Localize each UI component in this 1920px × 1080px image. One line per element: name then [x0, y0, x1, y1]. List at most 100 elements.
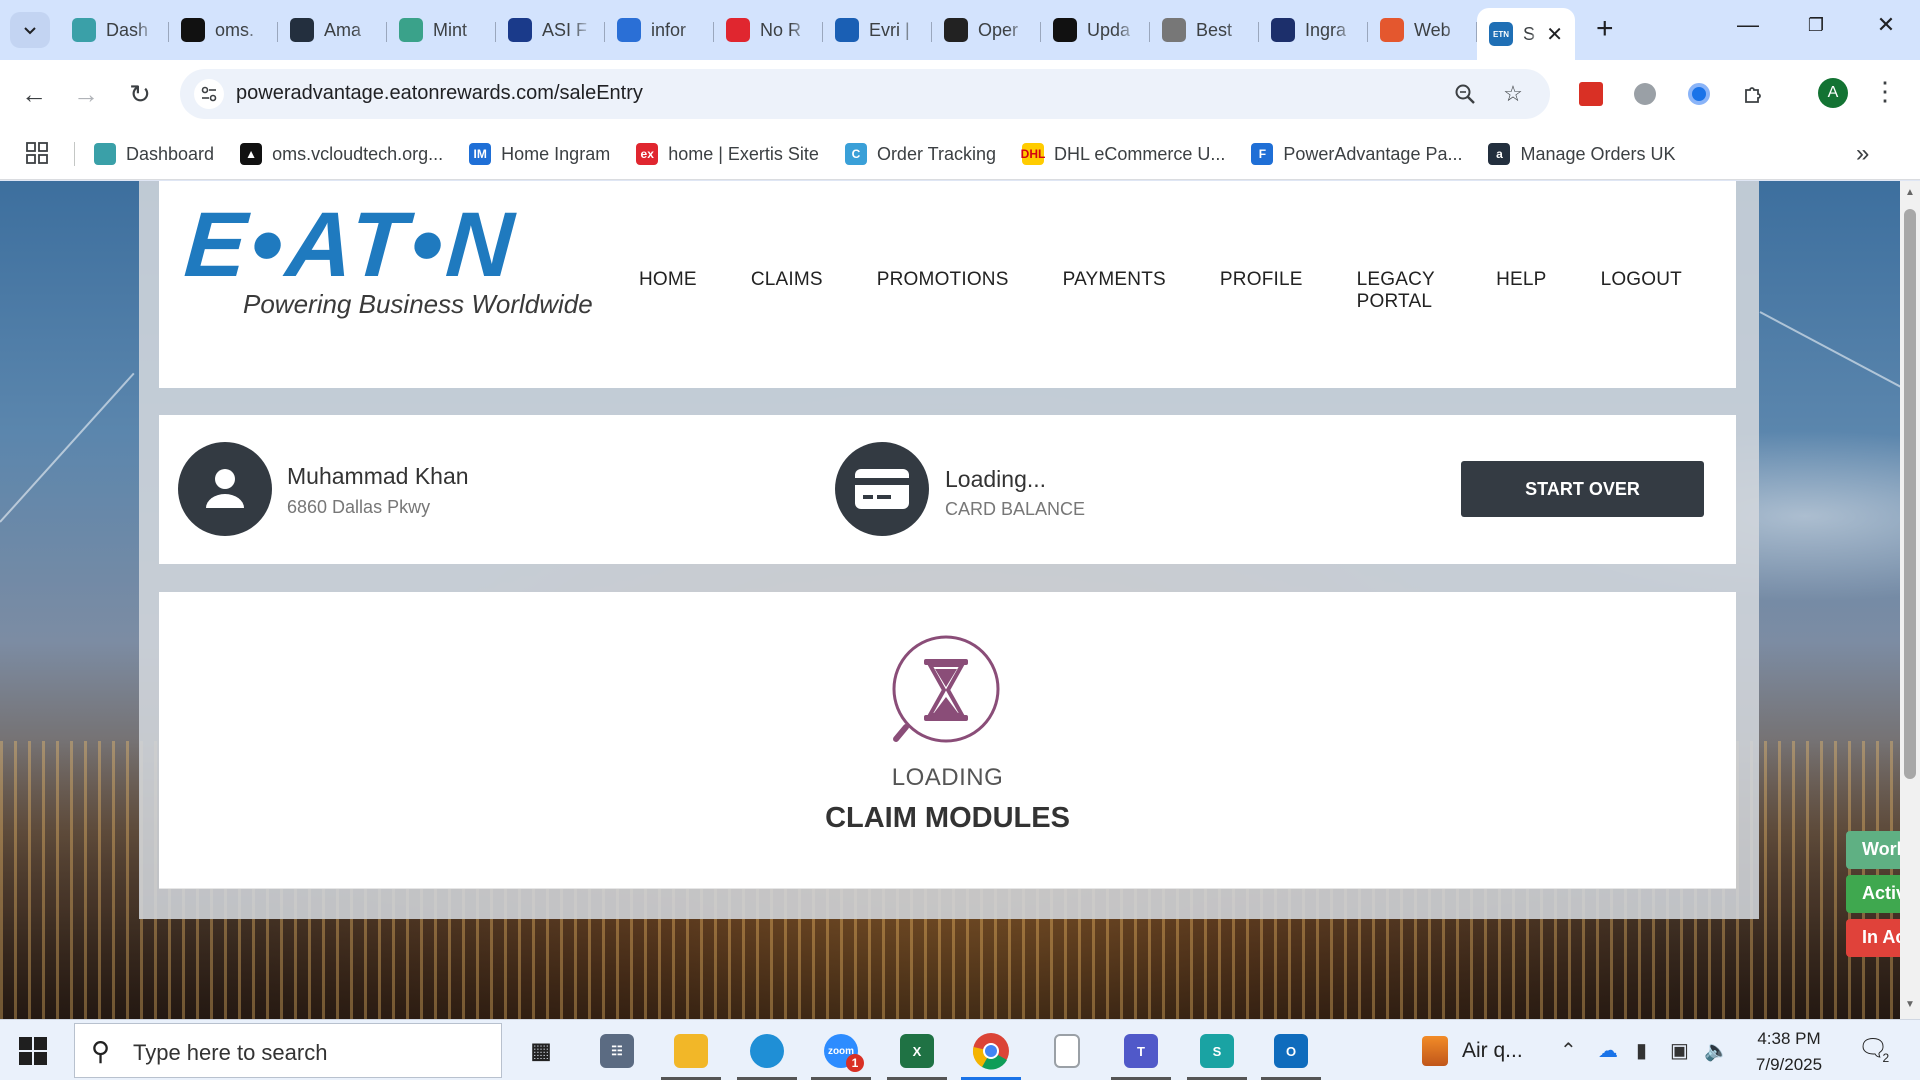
- tab-title: S: [1523, 23, 1536, 44]
- task-view-icon[interactable]: ▦: [518, 1028, 564, 1074]
- bookmark-item[interactable]: ex home | Exertis Site: [636, 143, 819, 165]
- nav-profile[interactable]: PROFILE: [1220, 269, 1303, 313]
- amazon-icon: a: [1488, 143, 1511, 165]
- calculator-icon[interactable]: ☷: [594, 1028, 640, 1074]
- zoom-icon[interactable]: [1450, 79, 1480, 109]
- browser-tab-active[interactable]: ETN S ✕: [1477, 8, 1575, 60]
- tab-title: Ama: [324, 19, 362, 40]
- bookmark-item[interactable]: a Manage Orders UK: [1488, 143, 1676, 165]
- more-bookmarks-icon[interactable]: »: [1856, 140, 1869, 168]
- bookmark-item[interactable]: DHL DHL eCommerce U...: [1021, 143, 1225, 165]
- edge-icon[interactable]: [744, 1028, 790, 1074]
- volume-icon[interactable]: 🔈: [1704, 1038, 1729, 1063]
- network-icon[interactable]: ▣: [1670, 1038, 1689, 1063]
- clock-date: 7/9/2025: [1755, 1055, 1823, 1074]
- reload-icon[interactable]: ↻: [120, 74, 160, 114]
- restore-icon[interactable]: ❐: [1796, 15, 1836, 36]
- nav-payments[interactable]: PAYMENTS: [1063, 269, 1166, 313]
- profile-avatar[interactable]: A: [1818, 78, 1848, 108]
- nav-claims[interactable]: CLAIMS: [751, 269, 823, 313]
- globe-extension-icon[interactable]: [1630, 79, 1660, 109]
- tab-search-button[interactable]: [10, 12, 50, 48]
- eaton-logo[interactable]: E•AT•N: [181, 194, 520, 296]
- bookmark-star-icon[interactable]: ☆: [1498, 79, 1528, 109]
- nav-home[interactable]: HOME: [639, 269, 697, 313]
- nav-help[interactable]: HELP: [1496, 269, 1546, 313]
- forward-arrow-icon[interactable]: →: [66, 74, 106, 114]
- address-bar[interactable]: poweradvantage.eatonrewards.com/saleEntr…: [180, 69, 1550, 119]
- browser-tab[interactable]: oms.: [169, 8, 278, 52]
- swift-app-icon[interactable]: S: [1194, 1028, 1240, 1074]
- weather-widget[interactable]: Air q...: [1422, 1036, 1523, 1066]
- nav-legacy-portal[interactable]: LEGACY PORTAL: [1357, 269, 1443, 313]
- webflow-icon: [1380, 18, 1404, 42]
- minimize-icon[interactable]: —: [1728, 12, 1768, 38]
- scroll-up-icon[interactable]: ▲: [1905, 187, 1915, 198]
- browser-tab[interactable]: Oper: [932, 8, 1041, 52]
- teams-icon[interactable]: T: [1118, 1028, 1164, 1074]
- extensions-puzzle-icon[interactable]: [1738, 79, 1768, 109]
- chrome-icon[interactable]: [968, 1028, 1014, 1074]
- menu-kebab-icon[interactable]: ⋮: [1872, 76, 1898, 107]
- taskbar-search-placeholder[interactable]: Type here to search: [133, 1040, 327, 1066]
- notification-center-icon[interactable]: 🗨2: [1858, 1034, 1895, 1065]
- apps-grid-icon[interactable]: [26, 142, 48, 169]
- browser-tab[interactable]: Dash: [60, 8, 169, 52]
- openai-icon: [1053, 18, 1077, 42]
- browser-tab[interactable]: Ama: [278, 8, 387, 52]
- back-arrow-icon[interactable]: ←: [14, 74, 54, 114]
- browser-tab[interactable]: Upda: [1041, 8, 1150, 52]
- bookmark-item[interactable]: ▲ oms.vcloudtech.org...: [240, 143, 443, 165]
- browser-tab[interactable]: Ingra: [1259, 8, 1368, 52]
- outlook-icon[interactable]: O: [1268, 1028, 1314, 1074]
- taskbar-search-box[interactable]: ⚲ Type here to search: [74, 1023, 502, 1078]
- pdf-extension-icon[interactable]: [1576, 79, 1606, 109]
- bookmark-item[interactable]: IM Home Ingram: [469, 143, 610, 165]
- bookmark-list: Dashboard ▲ oms.vcloudtech.org... IM Home In…: [94, 128, 1702, 180]
- status-tab-working[interactable]: Working: [1846, 831, 1900, 869]
- browser-tab[interactable]: Web: [1368, 8, 1477, 52]
- nav-logout[interactable]: LOGOUT: [1601, 269, 1682, 313]
- browser-tab[interactable]: Evri |: [823, 8, 932, 52]
- status-tab-in-active[interactable]: In Active: [1846, 919, 1900, 957]
- start-over-button[interactable]: START OVER: [1461, 461, 1704, 517]
- show-hidden-icons-chevron-up-icon[interactable]: ⌃: [1560, 1038, 1577, 1063]
- page-viewport: E•AT•N Powering Business Worldwide HOME C…: [0, 181, 1900, 1019]
- onedrive-cloud-icon[interactable]: ☁: [1598, 1038, 1618, 1063]
- claim-modules-loading-card: LOADING CLAIM MODULES: [159, 592, 1736, 889]
- tab-title: oms.: [215, 19, 255, 40]
- bookmark-item[interactable]: Dashboard: [94, 143, 214, 165]
- windows-start-icon[interactable]: [18, 1036, 48, 1066]
- scroll-down-icon[interactable]: ▼: [1905, 999, 1915, 1010]
- close-tab-icon[interactable]: ✕: [1546, 22, 1563, 47]
- page-scrollbar[interactable]: ▲ ▼: [1900, 181, 1920, 1019]
- amazon-icon: [290, 18, 314, 42]
- battery-icon[interactable]: ▮: [1636, 1038, 1647, 1063]
- system-clock[interactable]: 4:38 PM 7/9/2025: [1734, 1026, 1844, 1078]
- new-tab-button[interactable]: +: [1596, 14, 1614, 44]
- blank-document-icon[interactable]: [1044, 1028, 1090, 1074]
- zoom-app-icon[interactable]: zoom 1: [818, 1028, 864, 1074]
- url-text[interactable]: poweradvantage.eatonrewards.com/saleEntr…: [236, 82, 643, 105]
- page-container: E•AT•N Powering Business Worldwide HOME C…: [139, 181, 1759, 919]
- file-explorer-icon[interactable]: [668, 1028, 714, 1074]
- user-address: 6860 Dallas Pkwy: [287, 497, 431, 517]
- nav-promotions[interactable]: PROMOTIONS: [877, 269, 1009, 313]
- main-navigation: HOME CLAIMS PROMOTIONS PAYMENTS PROFILE LEGAC…: [639, 269, 1736, 313]
- dashboard-icon: [94, 143, 116, 165]
- windows-taskbar: ⚲ Type here to search ▦ ☷ zoom 1 X T S O…: [0, 1019, 1920, 1080]
- blue-extension-icon[interactable]: [1684, 79, 1714, 109]
- excel-icon[interactable]: X: [894, 1028, 940, 1074]
- browser-tab[interactable]: Mint: [387, 8, 496, 52]
- browser-tab[interactable]: Best: [1150, 8, 1259, 52]
- browser-tab[interactable]: infor: [605, 8, 714, 52]
- browser-tab[interactable]: ASI F: [496, 8, 605, 52]
- site-info-icon[interactable]: [194, 79, 224, 109]
- scrollbar-thumb[interactable]: [1904, 209, 1916, 779]
- status-tab-active[interactable]: Active: [1846, 875, 1900, 913]
- dhl-icon: DHL: [1021, 143, 1045, 165]
- browser-tab[interactable]: No R: [714, 8, 823, 52]
- bookmark-item[interactable]: C Order Tracking: [844, 143, 996, 165]
- bookmark-item[interactable]: F PowerAdvantage Pa...: [1251, 143, 1462, 165]
- close-window-icon[interactable]: ✕: [1866, 12, 1906, 38]
